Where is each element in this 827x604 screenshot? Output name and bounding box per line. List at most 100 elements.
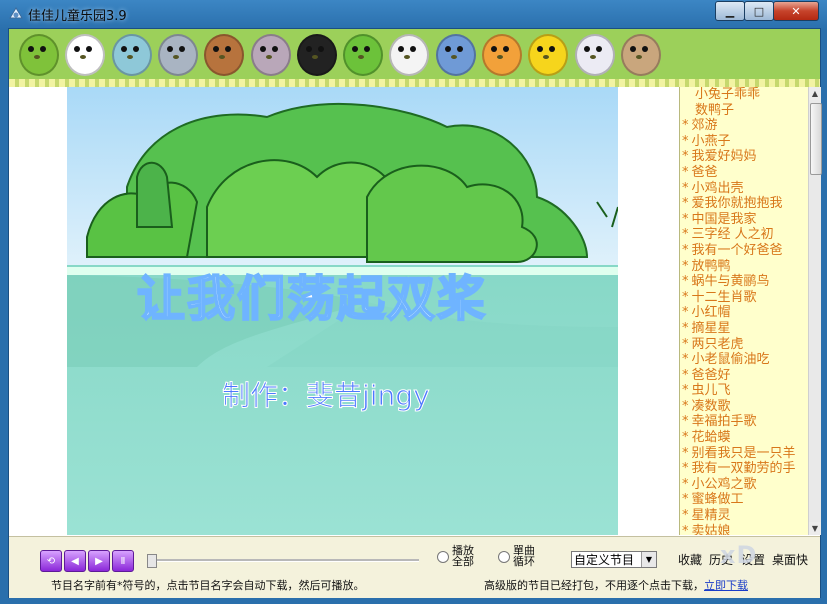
download-star-icon: * (682, 492, 689, 508)
playlist-item-label: 摘星星 (691, 320, 731, 336)
playlist-scrollbar[interactable]: ▲ ▼ (808, 87, 822, 535)
download-star-icon: * (682, 305, 689, 321)
chevron-down-icon[interactable]: ▼ (641, 552, 656, 567)
playlist-item[interactable]: * 我有一个好爸爸 (680, 243, 808, 259)
playlist-item[interactable]: * 放鸭鸭 (680, 259, 808, 275)
pause-button[interactable]: Ⅱ (112, 550, 134, 572)
maximize-button[interactable]: □ (744, 1, 774, 21)
download-star-icon: * (682, 211, 689, 227)
download-star-icon: * (682, 476, 689, 492)
animal-hippo-icon[interactable] (247, 32, 291, 78)
playlist-item[interactable]: * 爸爸 (680, 165, 808, 181)
playlist-item-label: 放鸭鸭 (691, 258, 731, 274)
progress-thumb[interactable] (147, 554, 157, 568)
playlist-item[interactable]: * 郊游 (680, 118, 808, 134)
playlist-item[interactable]: * 中国是我家 (680, 212, 808, 228)
animal-elephant-icon[interactable] (154, 32, 198, 78)
playlist-item[interactable]: * 两只老虎 (680, 337, 808, 353)
download-star-icon: * (682, 196, 689, 212)
download-star-icon: * (682, 414, 689, 430)
playlist-item-label: 别看我只是一只羊 (691, 445, 796, 461)
download-star-icon: * (682, 383, 689, 399)
playlist-item[interactable]: * 幸福拍手歌 (680, 414, 808, 430)
playlist-item[interactable]: * 我爱好妈妈 (680, 149, 808, 165)
close-button[interactable]: ✕ (773, 1, 819, 21)
right-margin (618, 87, 678, 535)
download-star-icon: * (682, 398, 689, 414)
playlist-item[interactable]: * 凑数歌 (680, 399, 808, 415)
playlist-item[interactable]: * 花蛤蟆 (680, 430, 808, 446)
favorites-link[interactable]: 收藏 (678, 551, 702, 568)
animal-raccoon-icon[interactable] (200, 32, 245, 78)
playlist-item-label: 小兔子乖乖 (695, 87, 761, 102)
playlist-item[interactable]: * 十二生肖歌 (680, 290, 808, 306)
playlist-item[interactable]: * 别看我只是一只羊 (680, 446, 808, 462)
previous-button[interactable]: ◀ (64, 550, 86, 572)
playlist-item-label: 幸福拍手歌 (691, 414, 757, 430)
download-star-icon: * (682, 289, 689, 305)
download-star-icon: * (682, 242, 689, 258)
playlist-item-label: 我爱好妈妈 (691, 149, 757, 165)
download-star-icon: * (682, 149, 689, 165)
download-now-link[interactable]: 立即下载 (704, 579, 748, 592)
animal-turtle-icon[interactable] (108, 32, 152, 78)
playlist-item[interactable]: * 摘星星 (680, 321, 808, 337)
animal-kitten-icon[interactable] (571, 32, 615, 78)
animal-panda-icon[interactable] (61, 32, 106, 78)
playlist-item[interactable]: * 三字经 人之初 (680, 227, 808, 243)
scroll-thumb[interactable] (810, 103, 822, 175)
download-star-icon: * (682, 461, 689, 477)
scroll-up-icon[interactable]: ▲ (809, 87, 821, 100)
playlist-item[interactable]: * 小燕子 (680, 134, 808, 150)
loop-button[interactable]: ⟲ (40, 550, 62, 572)
playlist-item-label: 郊游 (691, 118, 718, 134)
program-select[interactable]: 自定义节目 ▼ (571, 551, 657, 568)
playlist-item-label: 我有一个好爸爸 (691, 242, 783, 258)
playlist-item-label: 小燕子 (691, 133, 731, 149)
playlist-item-label: 蜗牛与黄鹂鸟 (691, 274, 770, 290)
playlist-item[interactable]: * 爸爸好 (680, 368, 808, 384)
playlist-item[interactable]: * 爱我你就抱抱我 (680, 196, 808, 212)
left-margin (9, 87, 66, 535)
animal-butterfly-icon[interactable] (15, 32, 59, 78)
animal-toucan-icon[interactable] (293, 32, 337, 78)
playlist-item-label: 数鸭子 (695, 102, 735, 118)
download-star-icon: * (682, 180, 689, 196)
download-star-icon: * (682, 258, 689, 274)
animal-puppy-icon[interactable] (617, 32, 661, 78)
playlist-item[interactable]: 小兔子乖乖 (680, 87, 808, 103)
playlist-item[interactable]: * 卖姑娘 (680, 524, 808, 535)
animal-rabbit-icon[interactable] (385, 32, 430, 78)
download-star-icon: * (682, 336, 689, 352)
playlist-item-label: 凑数歌 (691, 398, 731, 414)
playlist-item[interactable]: 数鸭子 (680, 103, 808, 119)
playlist-item[interactable]: * 小鸡出壳 (680, 181, 808, 197)
playlist-item[interactable]: * 蜗牛与黄鹂鸟 (680, 274, 808, 290)
playlist-item[interactable]: * 小红帽 (680, 305, 808, 321)
animal-lion-icon[interactable] (478, 32, 522, 78)
playlist-item[interactable]: * 蜜蜂做工 (680, 492, 808, 508)
video-stage[interactable]: 让我们荡起双桨 制作：斐昔jingy (67, 87, 618, 535)
playlist-item-label: 我有一双勤劳的手 (691, 461, 796, 477)
playlist-item[interactable]: * 小老鼠偷油吃 (680, 352, 808, 368)
playlist-item[interactable]: * 星精灵 (680, 508, 808, 524)
playlist-item[interactable]: * 小公鸡之歌 (680, 477, 808, 493)
play-all-radio[interactable] (437, 551, 449, 563)
scroll-down-icon[interactable]: ▼ (809, 522, 821, 535)
animal-duck-icon[interactable] (524, 32, 569, 78)
animal-frog-icon[interactable] (339, 32, 384, 78)
single-loop-radio[interactable] (498, 551, 510, 563)
playlist-item[interactable]: * 我有一双勤劳的手 (680, 461, 808, 477)
watermark-logo: xD (720, 541, 758, 569)
download-star-icon: * (682, 352, 689, 368)
minimize-icon: ▁ (725, 4, 735, 18)
credit-text: 制作：斐昔jingy (222, 379, 430, 412)
playlist-item[interactable]: * 虫儿飞 (680, 383, 808, 399)
download-star-icon: * (682, 523, 689, 535)
animal-dolphin-icon[interactable] (432, 32, 476, 78)
minimize-button[interactable]: ▁ (715, 1, 745, 21)
progress-slider[interactable] (147, 554, 419, 568)
close-icon: ✕ (791, 4, 801, 18)
playlist-item-label: 爱我你就抱抱我 (691, 196, 783, 212)
play-button[interactable]: ▶ (88, 550, 110, 572)
